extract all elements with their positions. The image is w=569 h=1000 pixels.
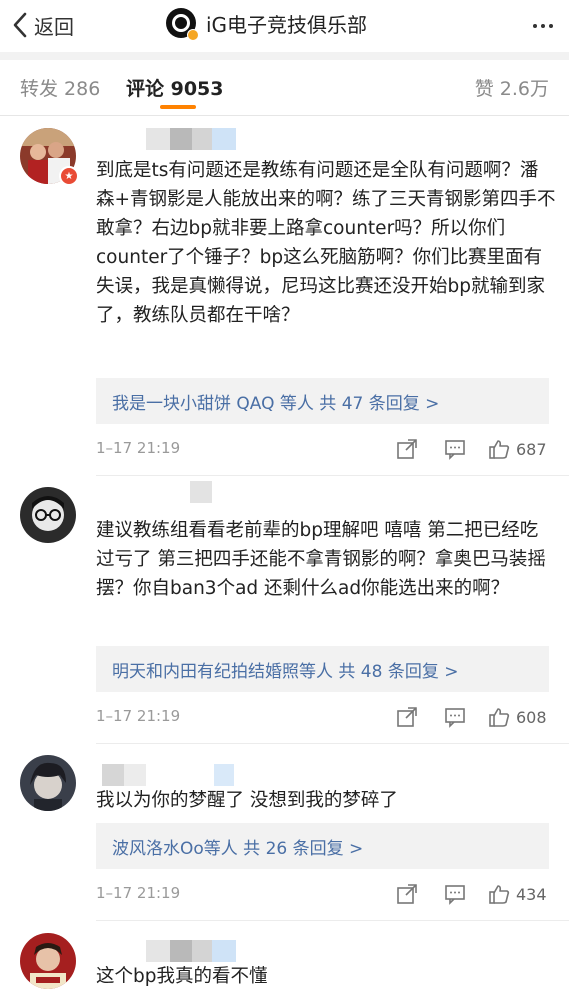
divider [96, 743, 569, 744]
username-redacted [214, 764, 234, 786]
verified-badge-icon [187, 29, 199, 41]
replies-link[interactable]: 我是一块小甜饼 QAQ 等人 共 47 条回复 > [96, 378, 549, 424]
comment-meta: 1–17 21:19 687 [96, 437, 549, 461]
like-button[interactable]: 687 [488, 437, 547, 461]
tab-comments[interactable]: 评论 9053 [126, 74, 224, 101]
thumbs-up-icon [489, 440, 510, 459]
avatar[interactable] [20, 487, 76, 543]
comment-meta: 1–17 21:19 434 [96, 882, 549, 906]
divider [96, 920, 569, 921]
back-label: 返回 [34, 14, 74, 39]
share-icon [397, 707, 417, 727]
tab-bar: 转发 286 评论 9053 赞 2.6万 [0, 60, 569, 116]
comment-time: 1–17 21:19 [96, 884, 181, 902]
comment-text: 到底是ts有问题还是教练有问题还是全队有问题啊？潘森+青钢影是人能放出来的啊？练… [96, 160, 556, 326]
like-button[interactable]: 434 [488, 882, 547, 906]
reply-button[interactable] [444, 882, 466, 906]
avatar[interactable] [20, 933, 76, 989]
back-button[interactable]: 返回 [12, 10, 74, 40]
comment-time: 1–17 21:19 [96, 707, 181, 725]
avatar[interactable] [20, 755, 76, 811]
share-button[interactable] [396, 705, 418, 729]
section-divider [0, 52, 569, 60]
thumbs-up-icon [489, 708, 510, 727]
tab-likes[interactable]: 赞 2.6万 [475, 74, 549, 101]
comment-time: 1–17 21:19 [96, 439, 181, 457]
comment-text: 建议教练组看看老前辈的bp理解吧 嘻嘻 第二把已经吃过亏了 第三把四手还能不拿青… [96, 520, 546, 599]
page-title: iG电子竞技俱乐部 [206, 12, 368, 37]
comment-text: 这个bp我真的看不懂 [96, 966, 268, 987]
avatar-image [20, 933, 76, 989]
tab-repost[interactable]: 转发 286 [20, 74, 100, 101]
comment-icon [445, 885, 465, 905]
divider [96, 475, 569, 476]
page-title-group: iG电子竞技俱乐部 [166, 8, 368, 41]
replies-link[interactable]: 波风洛水Oo等人 共 26 条回复 > [96, 823, 549, 869]
share-button[interactable] [396, 882, 418, 906]
like-button[interactable]: 608 [488, 705, 547, 729]
username-redacted[interactable] [102, 764, 146, 786]
comment-meta: 1–17 21:19 608 [96, 705, 549, 729]
comment-icon [445, 440, 465, 460]
account-logo [166, 8, 199, 41]
share-button[interactable] [396, 437, 418, 461]
like-count: 608 [516, 707, 547, 727]
more-icon[interactable] [531, 14, 555, 38]
active-tab-indicator [160, 105, 196, 109]
ig-logo-icon [172, 14, 190, 32]
like-count: 687 [516, 439, 547, 459]
avatar-image [20, 487, 76, 543]
replies-link[interactable]: 明天和内田有纪拍结婚照等人 共 48 条回复 > [96, 646, 549, 692]
chevron-left-icon [13, 12, 27, 38]
comment-icon [445, 708, 465, 728]
top-nav-bar: 返回 iG电子竞技俱乐部 [0, 0, 569, 52]
username-redacted[interactable] [146, 940, 236, 962]
reply-button[interactable] [444, 705, 466, 729]
username-redacted[interactable] [146, 128, 236, 150]
share-icon [397, 439, 417, 459]
thumbs-up-icon [489, 885, 510, 904]
avatar-image [20, 755, 76, 811]
username-redacted[interactable] [190, 481, 212, 503]
like-count: 434 [516, 884, 547, 904]
share-icon [397, 884, 417, 904]
reply-button[interactable] [444, 437, 466, 461]
member-badge-icon: ★ [59, 166, 79, 186]
comment-text: 我以为你的梦醒了 没想到我的梦碎了 [96, 790, 398, 811]
